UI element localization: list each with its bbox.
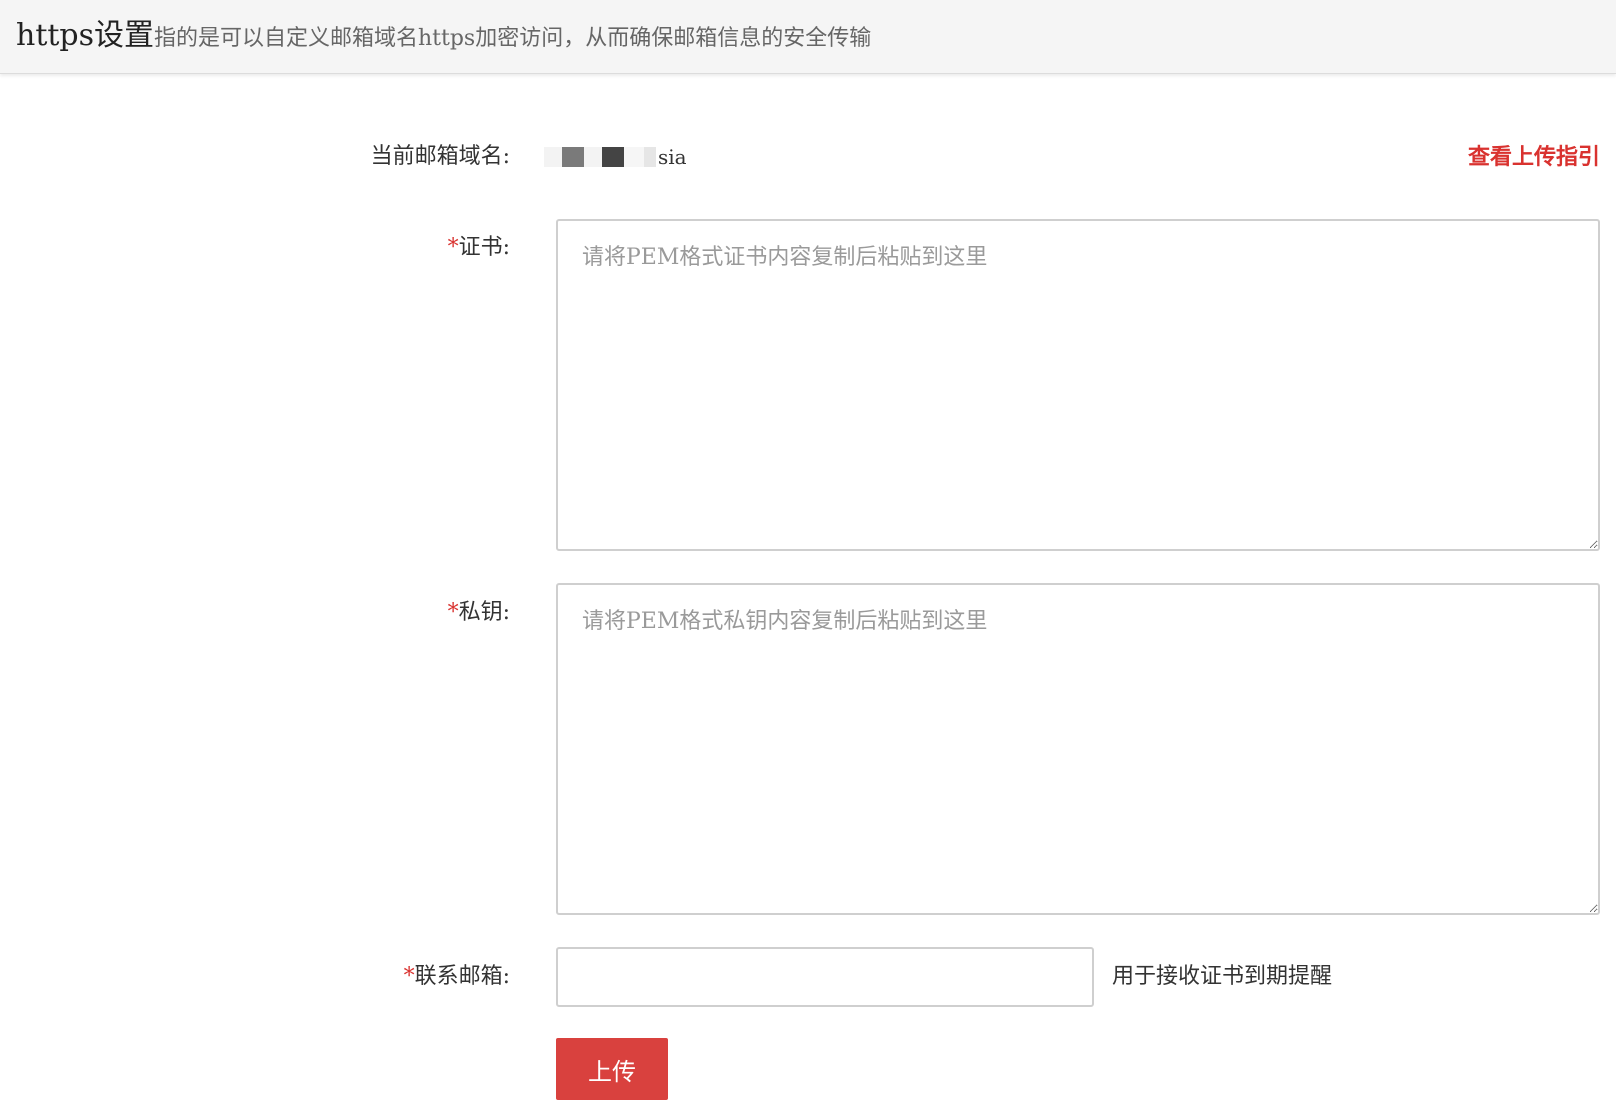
cert-textarea[interactable] bbox=[556, 219, 1600, 551]
contact-email-input[interactable] bbox=[556, 947, 1094, 1007]
required-mark: * bbox=[403, 964, 415, 989]
domain-value: sia bbox=[544, 142, 687, 172]
redacted-block bbox=[544, 147, 562, 167]
required-mark: * bbox=[447, 235, 459, 260]
redacted-block bbox=[562, 147, 584, 167]
page-title: https设置 bbox=[16, 18, 155, 53]
redacted-block bbox=[624, 147, 644, 167]
key-textarea[interactable] bbox=[556, 583, 1600, 915]
email-label: *联系邮箱: bbox=[404, 962, 510, 992]
cert-label-text: 证书: bbox=[458, 235, 510, 260]
email-label-text: 联系邮箱: bbox=[414, 964, 510, 989]
domain-label: 当前邮箱域名: bbox=[370, 144, 510, 169]
key-label: *私钥: bbox=[448, 598, 510, 628]
domain-text: sia bbox=[658, 145, 687, 169]
redacted-block bbox=[584, 147, 602, 167]
required-mark: * bbox=[447, 600, 459, 625]
key-label-text: 私钥: bbox=[458, 600, 510, 625]
upload-button[interactable]: 上传 bbox=[556, 1038, 668, 1100]
redacted-block bbox=[602, 147, 624, 167]
redacted-block bbox=[644, 147, 656, 167]
page-header: https设置 指的是可以自定义邮箱域名https加密访问，从而确保邮箱信息的安… bbox=[0, 0, 1616, 74]
page-description: 指的是可以自定义邮箱域名https加密访问，从而确保邮箱信息的安全传输 bbox=[154, 26, 872, 51]
upload-guide-link[interactable]: 查看上传指引 bbox=[1468, 142, 1600, 172]
email-hint: 用于接收证书到期提醒 bbox=[1112, 964, 1333, 989]
cert-label: *证书: bbox=[448, 233, 510, 263]
